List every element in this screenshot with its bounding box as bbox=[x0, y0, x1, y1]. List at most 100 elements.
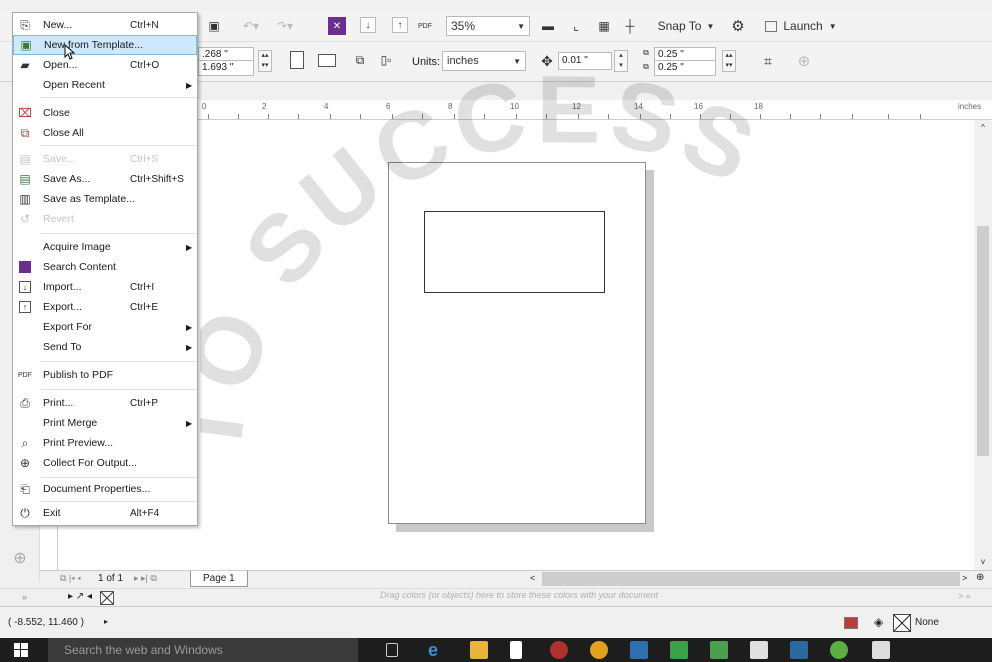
printer-icon: ⎙ bbox=[20, 395, 30, 410]
import-icon[interactable]: ↓ bbox=[360, 17, 376, 33]
menu-item-close-all[interactable]: ⧉ Close All bbox=[13, 123, 197, 143]
duplicate-stepper[interactable]: ▴▴ ▾▾ bbox=[722, 50, 736, 72]
menu-item-save-as-template[interactable]: ▥ Save as Template... bbox=[13, 189, 197, 209]
all-pages-icon[interactable]: ⧉ bbox=[350, 50, 370, 70]
vertical-scroll-thumb[interactable] bbox=[977, 226, 989, 456]
no-color-swatch[interactable] bbox=[100, 591, 114, 605]
menu-item-open[interactable]: ▰ Open... Ctrl+O bbox=[13, 55, 197, 75]
palette-scroll-icon[interactable]: > » bbox=[958, 591, 971, 601]
add-tool-icon[interactable]: ⊕ bbox=[10, 548, 30, 568]
menu-item-collect-for-output[interactable]: ⊕ Collect For Output... bbox=[13, 453, 197, 473]
app-icon[interactable] bbox=[550, 641, 568, 659]
submenu-arrow-icon: ▶ bbox=[186, 80, 193, 90]
menu-item-new-from-template[interactable]: ▣ New from Template... bbox=[13, 35, 197, 55]
snap-to-dropdown[interactable]: Snap To ▼ bbox=[652, 16, 720, 36]
app-icon[interactable] bbox=[670, 641, 688, 659]
current-page-icon[interactable]: ▯▫ bbox=[376, 50, 396, 70]
taskbar-search-box[interactable]: Search the web and Windows bbox=[48, 638, 358, 662]
menu-item-label: Export... bbox=[43, 301, 83, 313]
height-field[interactable]: 1.693 " bbox=[198, 60, 254, 76]
next-page-icon[interactable]: ▸ ▸| ⧉ bbox=[134, 573, 157, 584]
nudge-stepper[interactable]: ▴ ▾ bbox=[614, 50, 628, 72]
menu-item-shortcut: Ctrl+S bbox=[130, 153, 159, 165]
launch-dropdown[interactable]: Launch ▼ bbox=[760, 16, 842, 36]
zoom-level-select[interactable]: 35% ▼ bbox=[446, 16, 530, 36]
search-content-icon[interactable]: ✕ bbox=[328, 17, 346, 35]
export-icon[interactable]: ↑ bbox=[392, 17, 408, 33]
vertical-scrollbar[interactable]: ^ v bbox=[974, 120, 992, 570]
store-icon[interactable] bbox=[510, 641, 522, 659]
options-gear-icon[interactable]: ⚙ bbox=[728, 16, 748, 36]
app-icon[interactable] bbox=[750, 641, 768, 659]
duplicate-distance-y-field[interactable]: 0.25 " bbox=[654, 60, 716, 76]
nudge-offset-field[interactable]: 0.01 " bbox=[558, 52, 612, 70]
coreldraw-app-icon[interactable] bbox=[830, 641, 848, 659]
menu-item-open-recent[interactable]: Open Recent ▶ bbox=[13, 75, 197, 95]
units-select[interactable]: inches ▼ bbox=[442, 51, 526, 71]
menu-item-send-to[interactable]: Send To ▶ bbox=[13, 337, 197, 357]
horizontal-scroll-thumb[interactable] bbox=[542, 572, 960, 586]
import-icon: ↓ bbox=[14, 277, 36, 297]
app-icon[interactable] bbox=[790, 641, 808, 659]
scroll-left-icon[interactable]: < bbox=[530, 573, 535, 583]
launch-label: Launch bbox=[783, 19, 823, 33]
menu-item-new[interactable]: ⎘ New... Ctrl+N bbox=[13, 15, 197, 35]
menu-item-print-merge[interactable]: Print Merge ▶ bbox=[13, 413, 197, 433]
color-proof-icon[interactable] bbox=[844, 617, 858, 629]
scroll-up-icon[interactable]: ^ bbox=[977, 120, 989, 134]
landscape-icon[interactable] bbox=[318, 54, 336, 67]
eyedropper-icon[interactable]: ▸ ↗ ◂ bbox=[68, 591, 92, 602]
chrome-icon[interactable] bbox=[590, 641, 608, 659]
menu-item-import[interactable]: ↓ Import... Ctrl+I bbox=[13, 277, 197, 297]
zoom-icon[interactable]: ⊕ bbox=[976, 572, 984, 583]
menu-item-close[interactable]: ⌧ Close bbox=[13, 103, 197, 123]
menu-item-document-properties[interactable]: ⎗ Document Properties... bbox=[13, 479, 197, 499]
show-rulers-icon[interactable]: ⌞ bbox=[566, 16, 586, 36]
rectangle-shape[interactable] bbox=[424, 211, 605, 293]
menu-item-label: Document Properties... bbox=[43, 483, 151, 495]
menu-item-search-content[interactable]: Search Content bbox=[13, 257, 197, 277]
menu-item-print[interactable]: ⎙ Print... Ctrl+P bbox=[13, 393, 197, 413]
menu-item-export[interactable]: ↑ Export... Ctrl+E bbox=[13, 297, 197, 317]
menu-item-label: New from Template... bbox=[44, 39, 144, 51]
portrait-icon[interactable] bbox=[290, 51, 304, 69]
launch-icon bbox=[765, 20, 778, 32]
full-screen-preview-icon[interactable]: ▬ bbox=[538, 16, 558, 36]
windows-start-icon[interactable] bbox=[14, 643, 28, 657]
add-preset-icon[interactable]: ⊕ bbox=[794, 51, 814, 71]
menu-item-acquire-image[interactable]: Acquire Image ▶ bbox=[13, 237, 197, 257]
publish-pdf-icon[interactable]: PDF bbox=[416, 16, 434, 36]
ruler-tick-label: 0 bbox=[202, 102, 207, 111]
show-grid-icon[interactable]: ▦ bbox=[594, 16, 614, 36]
treat-as-filled-icon[interactable]: ⌗ bbox=[758, 51, 778, 71]
task-view-icon[interactable] bbox=[386, 643, 398, 657]
expand-palette-icon[interactable]: » bbox=[22, 592, 27, 602]
file-explorer-icon[interactable] bbox=[470, 641, 488, 659]
first-page-icon[interactable]: ⧉ |◂ ◂ bbox=[60, 573, 81, 584]
undo-icon[interactable]: ↶▾ bbox=[236, 16, 266, 36]
menu-item-export-for[interactable]: Export For ▶ bbox=[13, 317, 197, 337]
page-tab[interactable]: Page 1 bbox=[190, 571, 248, 587]
menu-item-revert[interactable]: ↺ Revert bbox=[13, 209, 197, 229]
menu-item-print-preview[interactable]: ⌕ Print Preview... bbox=[13, 433, 197, 453]
menu-item-save[interactable]: ▤ Save... Ctrl+S bbox=[13, 149, 197, 169]
menu-item-save-as[interactable]: ▤ Save As... Ctrl+Shift+S bbox=[13, 169, 197, 189]
menu-item-shortcut: Alt+F4 bbox=[130, 507, 160, 519]
menu-item-label: Open Recent bbox=[43, 79, 105, 91]
app-icon[interactable] bbox=[710, 641, 728, 659]
application-launcher-icon[interactable]: ▣ bbox=[204, 16, 224, 36]
scroll-down-icon[interactable]: v bbox=[977, 554, 989, 568]
size-stepper[interactable]: ▴▴ ▾▾ bbox=[258, 50, 272, 72]
fill-none-swatch[interactable] bbox=[893, 614, 911, 632]
menu-item-publish-pdf[interactable]: PDF Publish to PDF bbox=[13, 365, 197, 385]
photos-icon[interactable] bbox=[872, 641, 890, 659]
menu-item-exit[interactable]: ⏻ Exit Alt+F4 bbox=[13, 503, 197, 523]
edge-browser-icon[interactable]: e bbox=[428, 641, 446, 659]
ruler-tick-label: 18 bbox=[754, 102, 763, 111]
status-expand-icon[interactable]: ▸ bbox=[104, 617, 108, 626]
app-icon[interactable] bbox=[630, 641, 648, 659]
scroll-right-icon[interactable]: > bbox=[962, 573, 967, 583]
show-guidelines-icon[interactable]: ┼ bbox=[620, 16, 640, 36]
fill-icon[interactable]: ◈ bbox=[874, 615, 883, 629]
redo-icon[interactable]: ↷▾ bbox=[270, 16, 300, 36]
